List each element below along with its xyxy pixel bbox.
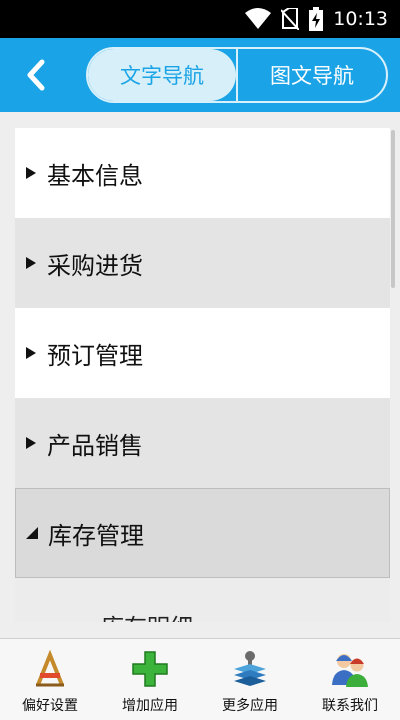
menu-list: 基本信息 采购进货 预订管理 产品销售 库存管理 库存明细 — [15, 128, 390, 622]
back-arrow-icon — [27, 59, 45, 91]
books-icon — [234, 651, 266, 686]
nav-label: 偏好设置 — [22, 698, 78, 714]
menu-item-label: 预订管理 — [47, 341, 143, 370]
nav-label: 增加应用 — [122, 698, 178, 714]
tools-icon — [36, 649, 64, 687]
menu-item-purchasing[interactable]: 采购进货 — [15, 218, 390, 308]
tab-image-nav[interactable]: 图文导航 — [236, 49, 386, 101]
status-bar: 10:13 — [0, 0, 400, 38]
wifi-icon — [245, 8, 272, 30]
no-sim-icon — [281, 8, 300, 30]
nav-add-app-button[interactable]: 增加应用 — [100, 639, 200, 720]
nav-label: 联系我们 — [322, 698, 378, 714]
menu-item-label: 产品销售 — [47, 431, 143, 460]
nav-mode-switch: 文字导航 图文导航 — [86, 47, 388, 103]
caret-expanded-icon — [26, 527, 38, 539]
menu-item-reservation[interactable]: 预订管理 — [15, 308, 390, 398]
menu-item-label: 基本信息 — [47, 161, 143, 190]
battery-charging-icon — [309, 7, 324, 31]
nav-contact-us-button[interactable]: 联系我们 — [300, 639, 400, 720]
app-header: 文字导航 图文导航 — [0, 38, 400, 112]
nav-preferences-button[interactable]: 偏好设置 — [0, 639, 100, 720]
menu-item-basic-info[interactable]: 基本信息 — [15, 128, 390, 218]
caret-right-icon — [25, 437, 37, 449]
bottom-nav: 偏好设置 增加应用 更多应用 联系我们 — [0, 638, 400, 720]
menu-item-sales[interactable]: 产品销售 — [15, 398, 390, 488]
caret-right-icon — [25, 167, 37, 179]
submenu-item-inventory-detail[interactable]: 库存明细 — [15, 578, 390, 622]
caret-right-icon — [25, 347, 37, 359]
status-icons: 10:13 — [245, 0, 388, 38]
list-scrollbar[interactable] — [391, 130, 395, 288]
caret-right-icon — [25, 257, 37, 269]
nav-more-apps-button[interactable]: 更多应用 — [200, 639, 300, 720]
tab-text-nav[interactable]: 文字导航 — [88, 49, 236, 101]
status-time: 10:13 — [333, 8, 388, 30]
plus-icon — [132, 651, 168, 687]
menu-item-label: 采购进货 — [47, 251, 143, 280]
contacts-icon — [332, 654, 368, 687]
menu-item-label: 库存管理 — [48, 521, 144, 550]
nav-label: 更多应用 — [222, 698, 278, 714]
menu-item-inventory[interactable]: 库存管理 — [15, 488, 390, 578]
back-button[interactable] — [18, 56, 56, 94]
submenu-item-label: 库存明细 — [101, 608, 193, 622]
